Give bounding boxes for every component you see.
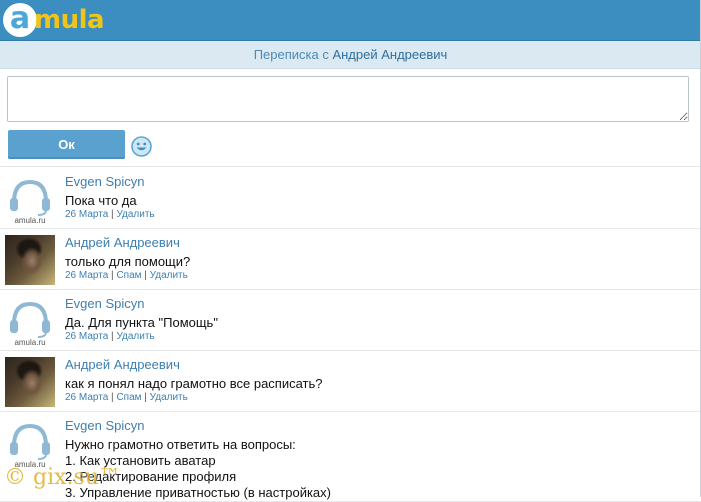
avatar-caption: amula.ru <box>14 338 45 346</box>
message-row: amula.ru Evgen Spicyn Пока что да 26 Марта … <box>0 168 701 229</box>
message-text-line: Нужно грамотно ответить на вопросы: <box>65 437 296 452</box>
site-logo[interactable]: a mula <box>3 0 105 38</box>
headset-avatar-icon[interactable]: amula.ru <box>5 418 55 468</box>
message-text: Пока что да <box>65 193 137 209</box>
avatar-caption: amula.ru <box>14 216 45 224</box>
message-meta: 26 Марта | Спам | Удалить <box>65 270 188 281</box>
logo-text: mula <box>34 5 105 35</box>
headset-avatar-icon[interactable]: amula.ru <box>5 296 55 346</box>
user-avatar-photo[interactable] <box>5 235 55 285</box>
logo-badge: a <box>3 0 37 37</box>
message-author-link[interactable]: Андрей Андреевич <box>65 357 180 372</box>
message-date: 26 Марта <box>65 209 109 220</box>
meta-separator: | <box>141 392 150 403</box>
message-text-line: только для помощи? <box>65 254 191 269</box>
delete-link[interactable]: Удалить <box>150 270 188 281</box>
message-text-line: Да. Для пункта "Помощь" <box>65 315 218 330</box>
conversation-header: Переписка с Андрей Андреевич <box>0 41 701 69</box>
headset-avatar-icon[interactable]: amula.ru <box>5 174 55 224</box>
top-bar: a mula <box>0 0 701 41</box>
message-meta: 26 Марта | Удалить <box>65 209 155 220</box>
conversation-header-prefix: Переписка с <box>253 47 333 62</box>
message-date: 26 Марта <box>65 392 109 403</box>
message-text: Да. Для пункта "Помощь" <box>65 315 218 331</box>
spam-link[interactable]: Спам <box>116 392 141 403</box>
send-button[interactable]: Ок <box>8 130 125 159</box>
divider <box>0 166 701 167</box>
delete-link[interactable]: Удалить <box>116 209 154 220</box>
smiley-icon[interactable] <box>131 136 152 157</box>
delete-link[interactable]: Удалить <box>150 392 188 403</box>
logo-letter: a <box>9 0 31 36</box>
message-text-line: Пока что да <box>65 193 137 208</box>
user-avatar-photo[interactable] <box>5 357 55 407</box>
message-meta: 26 Марта | Удалить <box>65 331 155 342</box>
message-author-link[interactable]: Evgen Spicyn <box>65 418 145 433</box>
message-date: 26 Марта <box>65 331 109 342</box>
delete-link[interactable]: Удалить <box>116 331 154 342</box>
contact-name-link[interactable]: Андрей Андреевич <box>332 47 447 62</box>
message-date: 26 Марта <box>65 270 109 281</box>
message-text: только для помощи? <box>65 254 190 270</box>
watermark: © gix.su™ <box>4 465 121 490</box>
message-row: amula.ru Evgen Spicyn Да. Для пункта "Помо… <box>0 290 701 351</box>
message-row: Андрей Андреевич как я понял надо грамотн… <box>0 351 701 412</box>
spam-link[interactable]: Спам <box>116 270 141 281</box>
message-text-line: как я понял надо грамотно все расписать? <box>65 376 323 391</box>
meta-separator: | <box>141 270 150 281</box>
message-meta: 26 Марта | Спам | Удалить <box>65 392 188 403</box>
message-row: Андрей Андреевич только для помощи? 26 Мар… <box>0 229 701 290</box>
message-author-link[interactable]: Андрей Андреевич <box>65 235 180 250</box>
message-author-link[interactable]: Evgen Spicyn <box>65 174 145 189</box>
message-input[interactable] <box>7 76 689 122</box>
message-text: как я понял надо грамотно все расписать? <box>65 376 323 392</box>
message-author-link[interactable]: Evgen Spicyn <box>65 296 145 311</box>
